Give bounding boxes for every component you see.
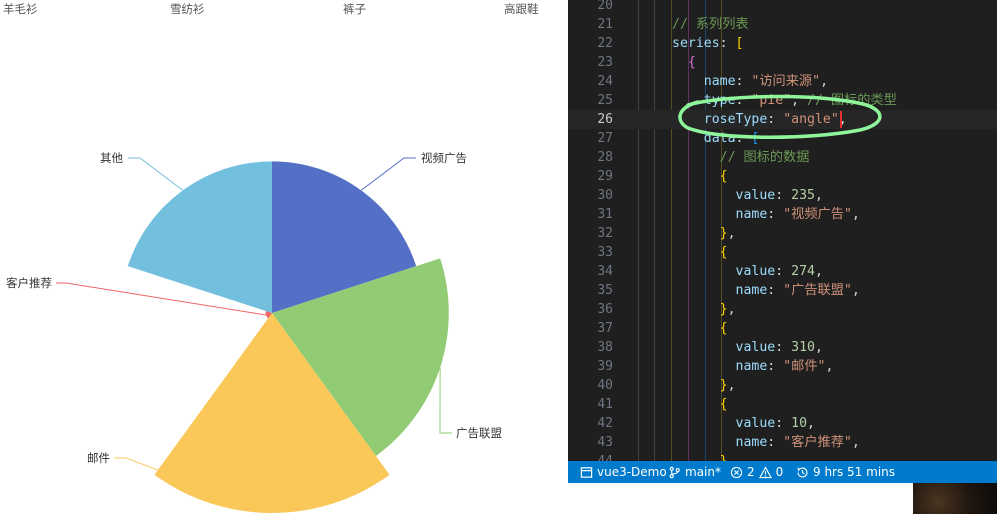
git-branch-icon <box>669 466 680 478</box>
label-line <box>439 367 452 434</box>
slice-label: 视频广告 <box>421 151 467 165</box>
hand-drawn-circle-annotation <box>678 94 882 139</box>
slice-label: 邮件 <box>87 451 110 465</box>
window-icon <box>580 466 593 478</box>
error-count: 2 <box>747 465 755 479</box>
warning-count: 0 <box>775 465 784 479</box>
problems-status[interactable]: 2 0 <box>730 461 783 483</box>
slice-label: 客户推荐 <box>6 276 52 290</box>
time-tracker-status[interactable]: 9 hrs 51 mins <box>796 461 895 483</box>
error-icon <box>730 466 743 478</box>
time-spent: 9 hrs 51 mins <box>813 465 896 479</box>
slice-label: 其他 <box>100 151 123 165</box>
history-icon <box>797 466 808 477</box>
pie-slice[interactable] <box>127 161 273 313</box>
branch-status[interactable]: main* <box>668 461 721 483</box>
branch-name: main* <box>685 465 721 479</box>
blank-area <box>568 483 913 514</box>
project-name: vue3-Demo <box>597 465 667 479</box>
chart-panel: 羊毛衫 雪纺衫 裤子 高跟鞋 视频广告 广告联盟 邮件 客户推荐 其他 <box>0 0 568 514</box>
label-line <box>128 157 184 191</box>
code-editor[interactable]: 20 21// 系列列表 22 series: [23 {24 name: "访问来… <box>568 0 997 461</box>
label-line <box>360 157 416 191</box>
status-bar: vue3-Demo main* 2 0 9 hrs 51 mins <box>568 461 997 483</box>
background-image-fragment <box>913 483 997 514</box>
project-status[interactable]: vue3-Demo <box>580 461 667 483</box>
slice-label: 广告联盟 <box>456 426 502 440</box>
rose-pie-chart: 视频广告广告联盟邮件 客户推荐 其他 <box>6 151 502 514</box>
warning-icon <box>758 465 772 478</box>
